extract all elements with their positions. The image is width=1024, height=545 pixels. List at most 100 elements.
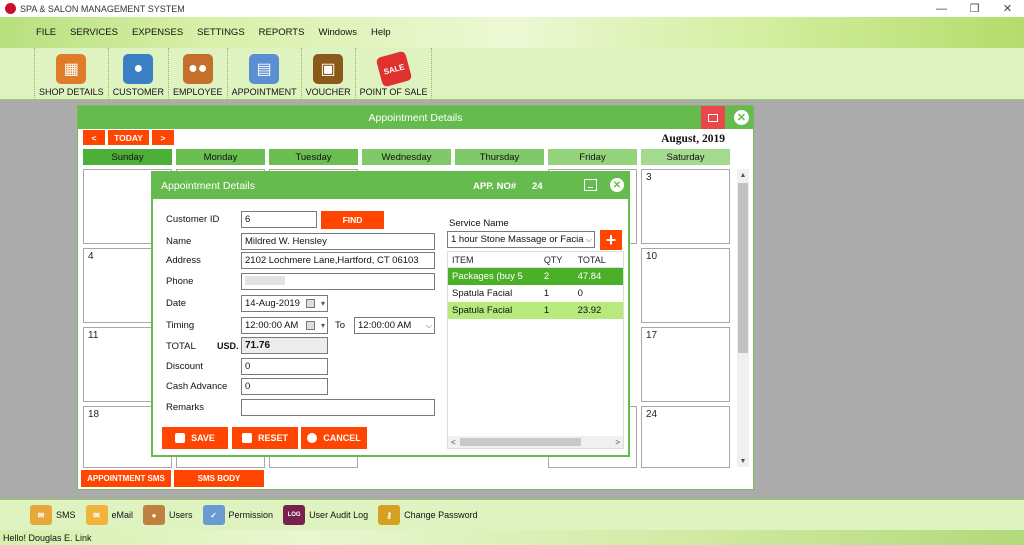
email-button[interactable]: ✉ eMail (85, 505, 133, 525)
time-to-picker[interactable]: 12:00:00 AM ⌵ (354, 317, 435, 334)
cell-total: 47.84 (577, 271, 602, 282)
service-items-grid: ITEM QTY TOTAL Packages (buy 5 2 47.84 S… (447, 251, 624, 449)
calendar-dropdown-icon (306, 299, 315, 308)
dialog-close-button[interactable]: ✕ (610, 178, 624, 192)
close-panel-button[interactable]: ✕ (734, 110, 749, 125)
sms-body-button[interactable]: SMS BODY (174, 470, 264, 487)
toolbar-point-of-sale[interactable]: SALE POINT OF SALE (354, 48, 433, 100)
reset-button[interactable]: RESET (232, 427, 298, 449)
calendar-day-cell[interactable]: 24 (641, 406, 730, 468)
calendar-day-cell[interactable]: 10 (641, 248, 730, 323)
calendar-day-cell[interactable]: 3 (641, 169, 730, 244)
prev-month-button[interactable]: < (83, 130, 105, 145)
status-bar: Hello! Douglas E. Link (0, 530, 1024, 545)
window-controls: — ❐ ✕ (925, 0, 1024, 17)
toolbar-label: APPOINTMENT (231, 87, 297, 97)
save-label: SAVE (191, 433, 215, 443)
remarks-field[interactable] (241, 399, 435, 416)
address-field[interactable]: 2102 Lochmere Lane,Hartford, CT 06103 (241, 252, 435, 269)
menu-expenses[interactable]: EXPENSES (132, 27, 183, 38)
cancel-button[interactable]: CANCEL (301, 427, 367, 449)
save-button[interactable]: SAVE (162, 427, 228, 449)
toolbar-voucher[interactable]: ▣ VOUCHER (300, 48, 355, 100)
change-password-button[interactable]: ⚷ Change Password (378, 505, 478, 525)
cell-total: 0 (577, 288, 583, 299)
menu-settings[interactable]: SETTINGS (197, 27, 245, 38)
day-header-thursday: Thursday (455, 149, 544, 165)
add-service-button[interactable]: + (600, 230, 622, 250)
toolbar-label: POINT OF SALE (359, 87, 428, 97)
customer-id-field[interactable]: 6 (241, 211, 317, 228)
day-header-friday: Friday (548, 149, 637, 165)
day-header-wednesday: Wednesday (362, 149, 451, 165)
cell-qty: 2 (543, 271, 550, 282)
calendar-vertical-scrollbar[interactable]: ▲ ▼ (737, 169, 749, 467)
today-button[interactable]: TODAY (108, 130, 149, 145)
users-button[interactable]: ● Users (143, 505, 193, 525)
user-audit-log-button[interactable]: LOG User Audit Log (283, 505, 368, 525)
minimize-icon (708, 113, 718, 122)
log-icon: LOG (283, 505, 306, 525)
cash-advance-field[interactable]: 0 (241, 378, 328, 395)
cash-advance-label: Cash Advance (166, 381, 228, 392)
toolbar-shop-details[interactable]: ▦ SHOP DETAILS (34, 48, 108, 100)
scroll-thumb[interactable] (460, 438, 581, 446)
toolbar-employee[interactable]: ●● EMPLOYEE (168, 48, 227, 100)
scroll-left-icon[interactable]: < (451, 438, 456, 447)
scroll-right-icon[interactable]: > (615, 438, 620, 447)
day-header-monday: Monday (176, 149, 265, 165)
close-window-button[interactable]: ✕ (991, 0, 1024, 17)
scroll-down-icon[interactable]: ▼ (737, 455, 749, 467)
grid-horizontal-scrollbar[interactable]: < > (448, 436, 623, 448)
time-from-picker[interactable]: 12:00:00 AM ▾ (241, 317, 328, 334)
users-icon: ● (143, 505, 166, 525)
scroll-up-icon[interactable]: ▲ (737, 169, 749, 181)
toolbar-appointment[interactable]: ▤ APPOINTMENT (226, 48, 301, 100)
menu-services[interactable]: SERVICES (70, 27, 118, 38)
chevron-down-icon: ⌵ (425, 321, 432, 330)
dialog-minimize-button[interactable] (584, 179, 597, 191)
scroll-thumb[interactable] (738, 183, 748, 353)
menu-reports[interactable]: REPORTS (259, 27, 305, 38)
name-field[interactable]: Mildred W. Hensley (241, 233, 435, 250)
service-name-select[interactable]: 1 hour Stone Massage or Facial ⌵ (447, 231, 595, 248)
cancel-label: CANCEL (323, 433, 361, 443)
table-row[interactable]: Spatula Facial 1 23.92 (448, 302, 623, 319)
grid-col-total[interactable]: TOTAL (574, 255, 623, 265)
eraser-icon (241, 433, 252, 443)
main-toolbar: ▦ SHOP DETAILS ● CUSTOMER ●● EMPLOYEE ▤ … (0, 48, 1024, 100)
restore-window-button[interactable]: ❐ (958, 0, 991, 17)
discount-field[interactable]: 0 (241, 358, 328, 375)
sms-envelope-icon: ✉ (30, 505, 52, 525)
address-label: Address (166, 255, 201, 266)
window-title: SPA & SALON MANAGEMENT SYSTEM (20, 3, 185, 14)
phone-field[interactable] (241, 273, 435, 290)
calendar-icon: ▤ (249, 54, 280, 84)
toolbar-label: CUSTOMER (112, 87, 165, 97)
cell-qty: 1 (543, 288, 550, 299)
menu-help[interactable]: Help (371, 27, 391, 38)
grid-col-qty[interactable]: QTY (539, 255, 574, 265)
permission-button[interactable]: ✓ Permission (202, 505, 273, 525)
chevron-down-icon: ▾ (320, 299, 325, 308)
minimize-window-button[interactable]: — (925, 0, 958, 17)
date-picker[interactable]: 14-Aug-2019 ▾ (241, 295, 328, 312)
app-logo-icon (5, 3, 16, 14)
minimize-panel-button[interactable] (701, 106, 725, 129)
day-header-sunday: Sunday (83, 149, 172, 165)
find-button[interactable]: FIND (321, 211, 384, 229)
sms-button[interactable]: ✉ SMS (30, 505, 76, 525)
time-to-value: 12:00:00 AM (358, 320, 412, 331)
cell-item: Spatula Facial (452, 305, 513, 316)
appointment-sms-button[interactable]: APPOINTMENT SMS (81, 470, 171, 487)
menu-windows[interactable]: Windows (318, 27, 357, 38)
table-row[interactable]: Packages (buy 5 2 47.84 (448, 268, 623, 285)
next-month-button[interactable]: > (152, 130, 174, 145)
grid-col-item[interactable]: ITEM (448, 255, 539, 265)
calendar-day-cell[interactable]: 17 (641, 327, 730, 402)
window-titlebar: SPA & SALON MANAGEMENT SYSTEM — ❐ ✕ (0, 0, 1024, 17)
table-row[interactable]: Spatula Facial 1 0 (448, 285, 623, 302)
menu-file[interactable]: FILE (36, 27, 56, 38)
toolbar-customer[interactable]: ● CUSTOMER (107, 48, 168, 100)
customer-icon: ● (123, 54, 154, 84)
